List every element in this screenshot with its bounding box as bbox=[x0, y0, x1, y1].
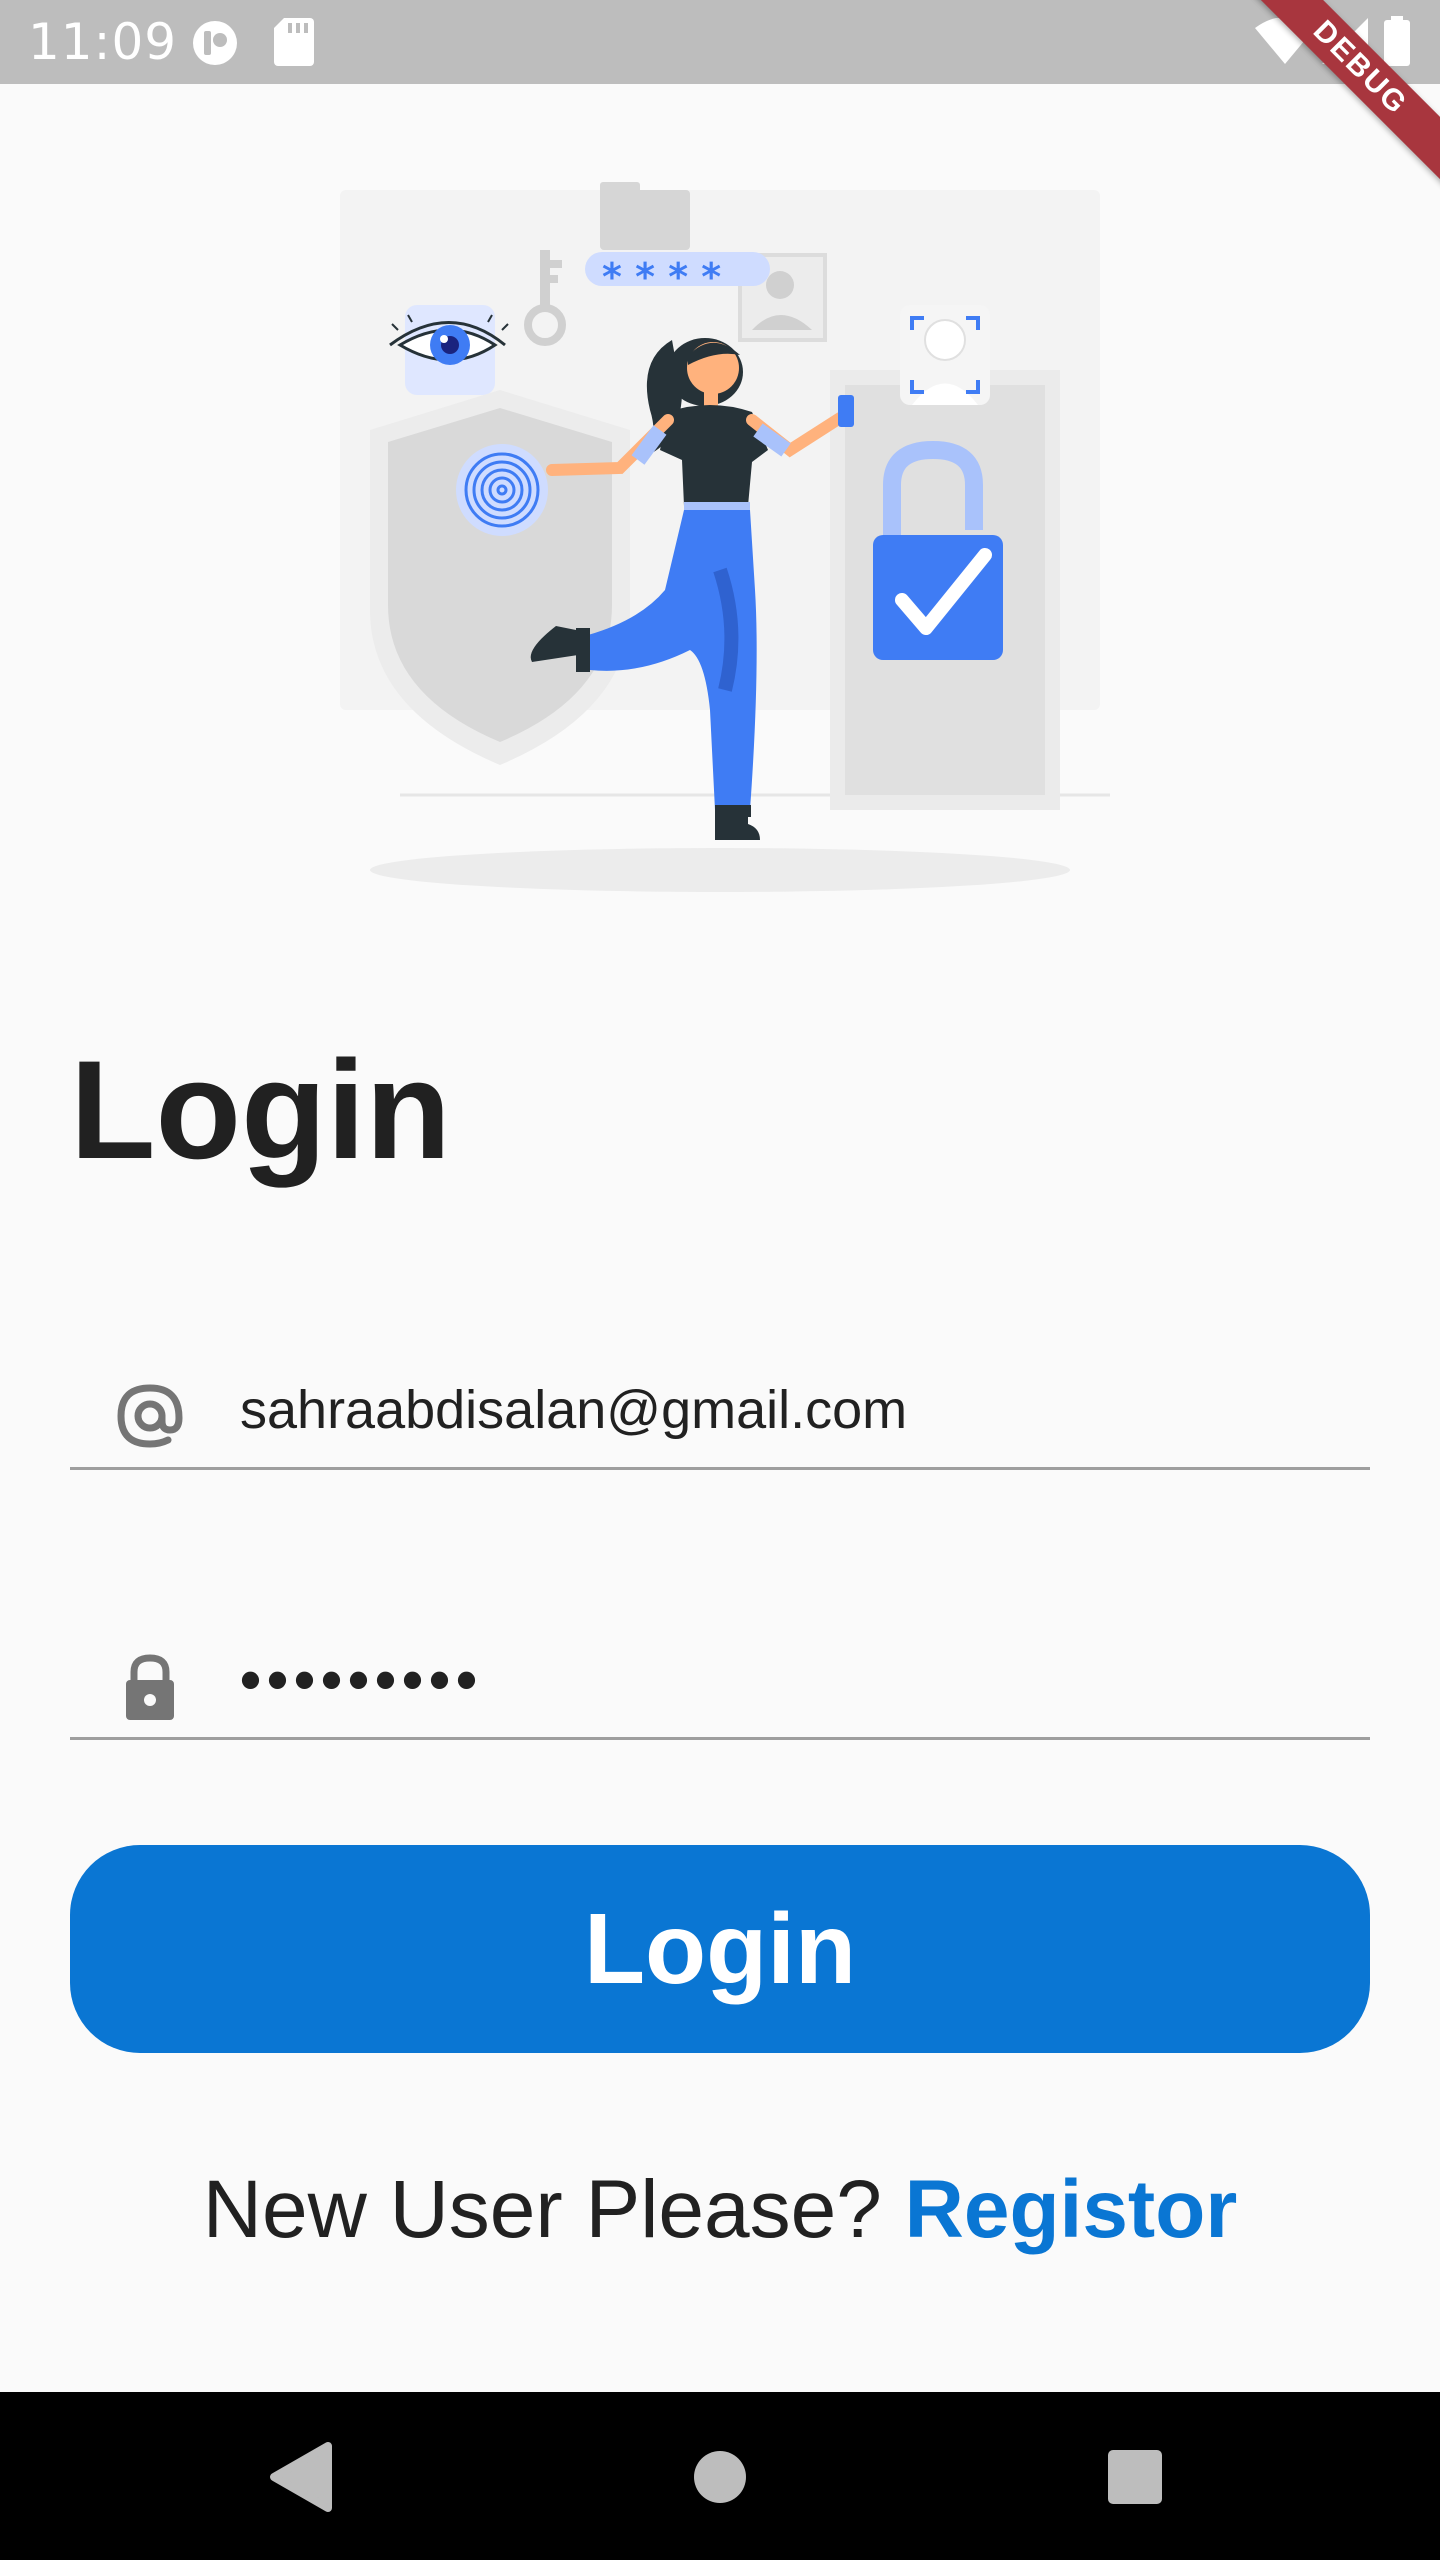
status-bar: 11:09 DEBUG bbox=[0, 0, 1440, 190]
password-field[interactable]: ••••••••• bbox=[70, 1610, 1370, 1740]
password-stars-text: * * * * bbox=[602, 255, 721, 299]
system-nav-bar bbox=[0, 2392, 1440, 2560]
email-input[interactable] bbox=[240, 1370, 1340, 1450]
status-time: 11:09 bbox=[28, 13, 178, 71]
back-icon[interactable] bbox=[258, 2432, 348, 2522]
battery-icon bbox=[1384, 16, 1410, 66]
email-field[interactable] bbox=[70, 1340, 1370, 1470]
login-screen: 11:09 DEBUG * * * * Login sahraabdisalan… bbox=[0, 0, 1440, 2560]
camera-app-icon bbox=[193, 21, 237, 65]
page-title: Login bbox=[70, 1031, 451, 1188]
password-input[interactable]: ••••••••• bbox=[240, 1640, 1340, 1720]
recents-icon[interactable] bbox=[1090, 2432, 1180, 2522]
security-login-illustration: * * * * bbox=[340, 182, 1110, 892]
lock-icon bbox=[126, 1654, 174, 1720]
register-link[interactable]: Registor bbox=[905, 2164, 1238, 2255]
register-row: New User Please? Registor bbox=[0, 2160, 1440, 2260]
register-prompt: New User Please? bbox=[202, 2164, 882, 2255]
home-icon[interactable] bbox=[675, 2432, 765, 2522]
sd-card-icon bbox=[274, 18, 314, 66]
login-button[interactable]: Login bbox=[70, 1845, 1370, 2053]
at-sign-icon bbox=[117, 1384, 183, 1448]
